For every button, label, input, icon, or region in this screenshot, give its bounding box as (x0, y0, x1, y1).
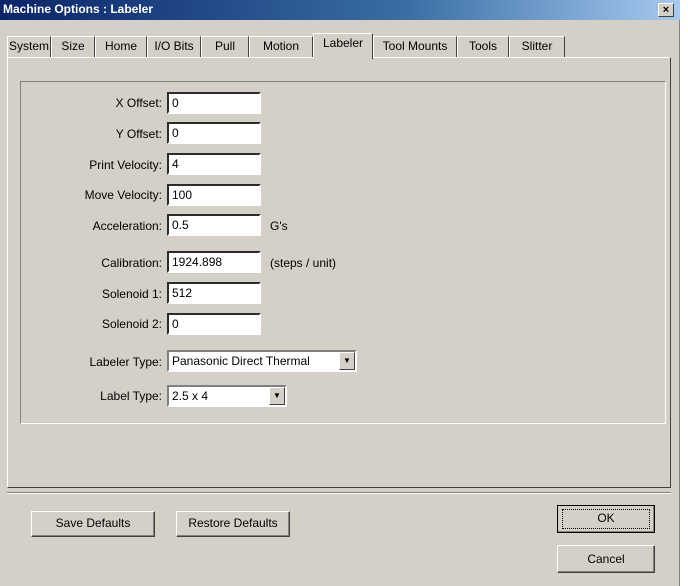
cancel-button[interactable]: Cancel (557, 545, 655, 573)
separator (7, 492, 671, 494)
calibration-unit: (steps / unit) (270, 256, 337, 270)
tab-labeler[interactable]: Labeler (313, 33, 373, 59)
solenoid-2-label: Solenoid 2: (101, 317, 162, 331)
dropdown-arrow-icon[interactable]: ▼ (269, 387, 285, 405)
ok-button-label: OK (562, 509, 650, 529)
tab-home[interactable]: Home (95, 36, 147, 57)
labeler-type-value: Panasonic Direct Thermal (172, 354, 310, 368)
calibration-input[interactable]: 1924.898 (167, 251, 261, 273)
tab-tools[interactable]: Tools (457, 36, 509, 57)
restore-defaults-button[interactable]: Restore Defaults (176, 511, 290, 537)
y-offset-label: Y Offset: (115, 127, 162, 141)
labeler-type-select[interactable]: Panasonic Direct Thermal ▼ (167, 350, 357, 372)
ok-button[interactable]: OK (557, 505, 655, 533)
label-type-label: Label Type: (100, 389, 162, 403)
acceleration-input[interactable]: 0.5 (167, 214, 261, 236)
print-velocity-input[interactable]: 4 (167, 153, 261, 175)
move-velocity-label: Move Velocity: (84, 188, 162, 202)
tab-io-bits[interactable]: I/O Bits (147, 36, 201, 57)
tab-tool-mounts[interactable]: Tool Mounts (373, 36, 457, 57)
save-defaults-button[interactable]: Save Defaults (31, 511, 155, 537)
solenoid-2-input[interactable]: 0 (167, 313, 261, 335)
acceleration-unit: G's (270, 219, 288, 233)
label-type-select[interactable]: 2.5 x 4 ▼ (167, 385, 287, 407)
tab-motion[interactable]: Motion (249, 36, 313, 57)
tab-size[interactable]: Size (51, 36, 95, 57)
labeler-type-label: Labeler Type: (89, 355, 163, 369)
tab-slitter[interactable]: Slitter (509, 36, 565, 57)
label-type-value: 2.5 x 4 (172, 389, 209, 403)
solenoid-1-input[interactable]: 512 (167, 282, 261, 304)
calibration-label: Calibration: (101, 256, 162, 270)
title-bar[interactable]: Machine Options : Labeler × (0, 0, 680, 20)
acceleration-label: Acceleration: (92, 219, 162, 233)
y-offset-input[interactable]: 0 (167, 122, 261, 144)
machine-options-window: Machine Options : Labeler × System Size … (0, 0, 680, 586)
print-velocity-label: Print Velocity: (89, 158, 162, 172)
tab-system[interactable]: System (7, 36, 51, 57)
tab-pull[interactable]: Pull (201, 36, 249, 57)
solenoid-1-label: Solenoid 1: (101, 287, 162, 301)
move-velocity-input[interactable]: 100 (167, 184, 261, 206)
dropdown-arrow-icon[interactable]: ▼ (339, 352, 355, 370)
x-offset-input[interactable]: 0 (167, 92, 261, 114)
close-icon[interactable]: × (658, 3, 674, 17)
x-offset-label: X Offset: (115, 96, 162, 110)
window-title: Machine Options : Labeler (3, 2, 154, 16)
